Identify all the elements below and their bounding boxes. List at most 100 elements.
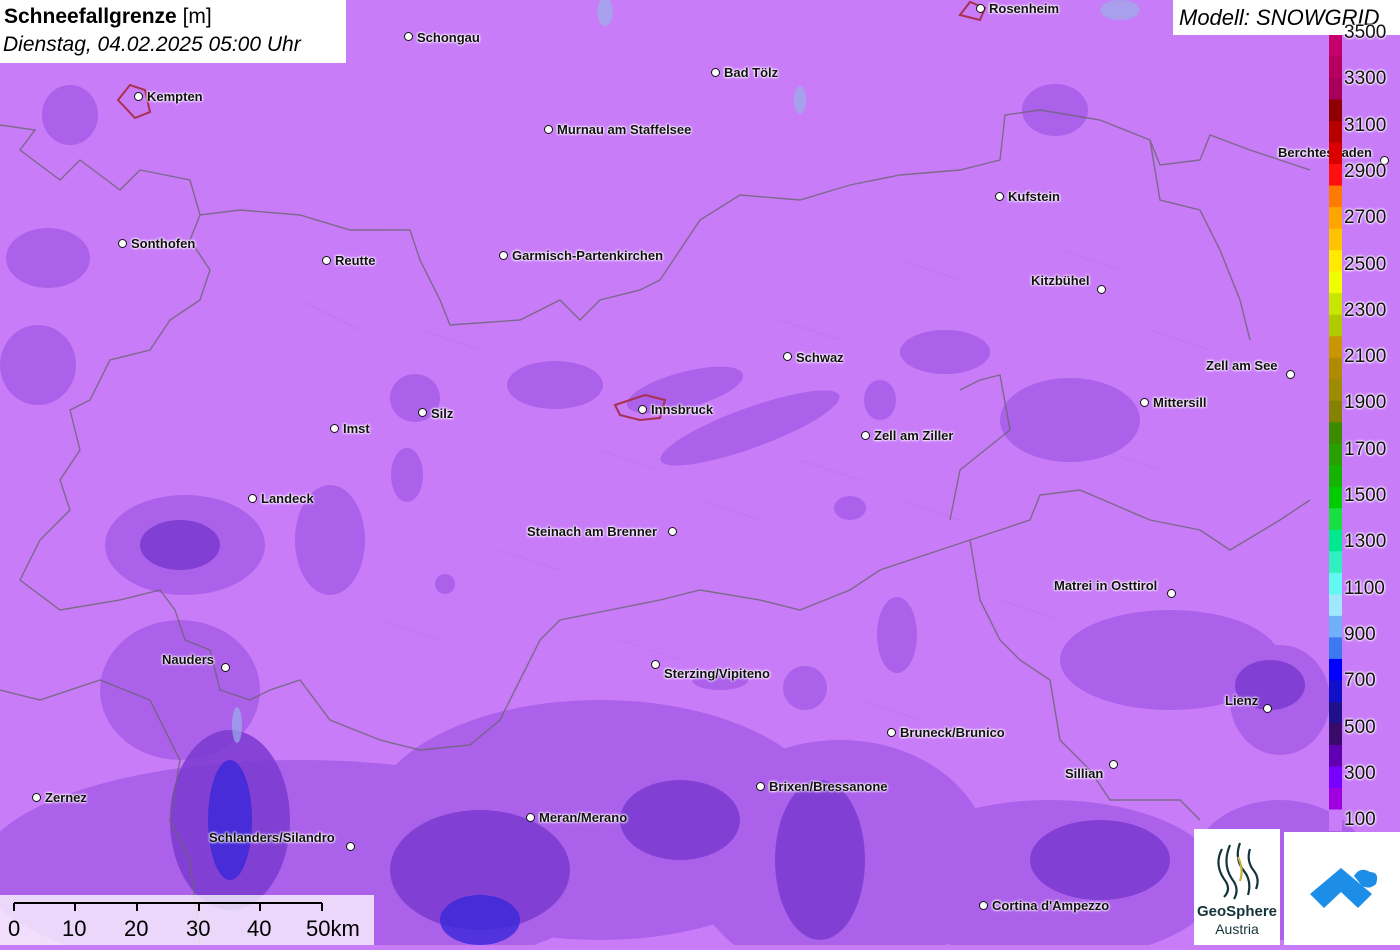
city-rosenheim[interactable]: Rosenheim (989, 2, 1059, 16)
legend-swatch (1329, 615, 1342, 638)
city-lienz[interactable]: Lienz (1225, 694, 1258, 708)
city-marker (118, 239, 127, 248)
city-marker (668, 527, 677, 536)
city-innsbruck[interactable]: Innsbruck (651, 403, 713, 417)
legend-label: 1900 (1344, 392, 1387, 414)
city-marker (1263, 704, 1272, 713)
legend-swatch (1329, 658, 1342, 681)
legend-swatch (1329, 465, 1342, 488)
city-marker (976, 4, 985, 13)
legend-swatch (1329, 379, 1342, 402)
cloud-logo[interactable] (1284, 832, 1400, 945)
city-landeck[interactable]: Landeck (261, 492, 314, 506)
city-sillian[interactable]: Sillian (1065, 767, 1103, 781)
city-marker (979, 901, 988, 910)
city-matrei[interactable]: Matrei in Osttirol (1054, 579, 1157, 593)
city-silz[interactable]: Silz (431, 407, 453, 421)
city-brixen[interactable]: Brixen/Bressanone (769, 780, 888, 794)
city-schongau[interactable]: Schongau (417, 31, 480, 45)
legend-swatch (1329, 551, 1342, 574)
legend-swatch (1329, 250, 1342, 273)
city-kempten[interactable]: Kempten (147, 90, 203, 104)
scale-label-50: 50km (306, 916, 360, 941)
city-sonthofen[interactable]: Sonthofen (131, 237, 195, 251)
map-title: Schneefallgrenze [m] (4, 5, 212, 29)
legend-label: 1100 (1344, 577, 1385, 599)
legend-swatch (1329, 787, 1342, 810)
legend-label: 1500 (1344, 485, 1387, 506)
legend-swatch (1329, 142, 1342, 165)
title-main: Schneefallgrenze (4, 5, 177, 28)
legend-swatch (1329, 228, 1342, 251)
city-marker (783, 352, 792, 361)
city-marker (1109, 760, 1118, 769)
legend-swatch (1329, 271, 1342, 294)
snowfall-map[interactable] (0, 0, 1400, 945)
legend-swatch (1329, 594, 1342, 617)
legend-swatch (1329, 293, 1342, 316)
geosphere-logo[interactable]: GeoSphere Austria (1194, 829, 1280, 945)
legend-label: 3100 (1344, 114, 1387, 136)
city-reutte[interactable]: Reutte (335, 254, 375, 268)
city-imst[interactable]: Imst (343, 422, 370, 436)
legend-swatch (1329, 336, 1342, 359)
city-zernez[interactable]: Zernez (45, 791, 87, 805)
legend-swatch (1329, 185, 1342, 208)
city-kitzbuehel[interactable]: Kitzbühel (1031, 274, 1090, 288)
city-zell-am-ziller[interactable]: Zell am Ziller (874, 429, 953, 443)
city-bad-toelz[interactable]: Bad Tölz (724, 66, 778, 80)
geosphere-swirl-icon (1217, 842, 1259, 900)
city-garmisch[interactable]: Garmisch-Partenkirchen (512, 249, 663, 263)
city-marker (1140, 398, 1149, 407)
city-marker (1286, 370, 1295, 379)
city-mittersill[interactable]: Mittersill (1153, 396, 1206, 410)
city-marker (32, 793, 41, 802)
legend-label: 2900 (1344, 160, 1387, 182)
city-nauders[interactable]: Nauders (162, 653, 214, 667)
city-cortina[interactable]: Cortina d'Ampezzo (992, 899, 1109, 913)
city-zell-am-see[interactable]: Zell am See (1206, 359, 1278, 373)
legend-label: 2300 (1344, 299, 1387, 321)
city-marker (418, 408, 427, 417)
geosphere-sub: Austria (1215, 921, 1259, 937)
legend-label: 3300 (1344, 68, 1387, 90)
city-marker (1167, 589, 1176, 598)
legend-swatch (1329, 701, 1342, 724)
city-sterzing[interactable]: Sterzing/Vipiteno (664, 667, 770, 681)
city-berchtesgaden[interactable]: Berchtesgaden (1278, 146, 1372, 160)
city-marker (404, 32, 413, 41)
legend-swatch (1329, 443, 1342, 466)
legend-label: 2100 (1344, 346, 1387, 368)
city-marker (887, 728, 896, 737)
legend-swatch (1329, 314, 1342, 337)
legend-label: 100 (1344, 809, 1376, 831)
city-steinach[interactable]: Steinach am Brenner (527, 525, 657, 539)
legend-swatch (1329, 637, 1342, 660)
city-marker (651, 660, 660, 669)
legend-label: 300 (1344, 762, 1376, 784)
city-marker (544, 125, 553, 134)
city-schlanders[interactable]: Schlanders/Silandro (209, 831, 335, 845)
legend-label: 500 (1344, 716, 1376, 738)
city-schwaz[interactable]: Schwaz (796, 351, 844, 365)
legend-swatch (1329, 766, 1342, 789)
legend-label: 2700 (1344, 207, 1387, 229)
city-kufstein[interactable]: Kufstein (1008, 190, 1060, 204)
legend-label: 3500 (1344, 22, 1387, 43)
city-marker (711, 68, 720, 77)
city-marker (1097, 285, 1106, 294)
legend-swatch (1329, 78, 1342, 101)
legend-label: 1300 (1344, 531, 1387, 553)
legend-swatch (1329, 56, 1342, 79)
legend-label: 900 (1344, 623, 1376, 645)
city-meran[interactable]: Meran/Merano (539, 811, 627, 825)
title-unit: [m] (182, 5, 212, 28)
city-murnau[interactable]: Murnau am Staffelsee (557, 123, 691, 137)
legend-swatch (1329, 572, 1342, 595)
legend-swatch (1329, 809, 1342, 831)
legend-swatch (1329, 357, 1342, 380)
legend-swatch (1329, 680, 1342, 703)
scale-label-40: 40 (247, 916, 272, 941)
city-bruneck[interactable]: Bruneck/Brunico (900, 726, 1005, 740)
city-marker (756, 782, 765, 791)
